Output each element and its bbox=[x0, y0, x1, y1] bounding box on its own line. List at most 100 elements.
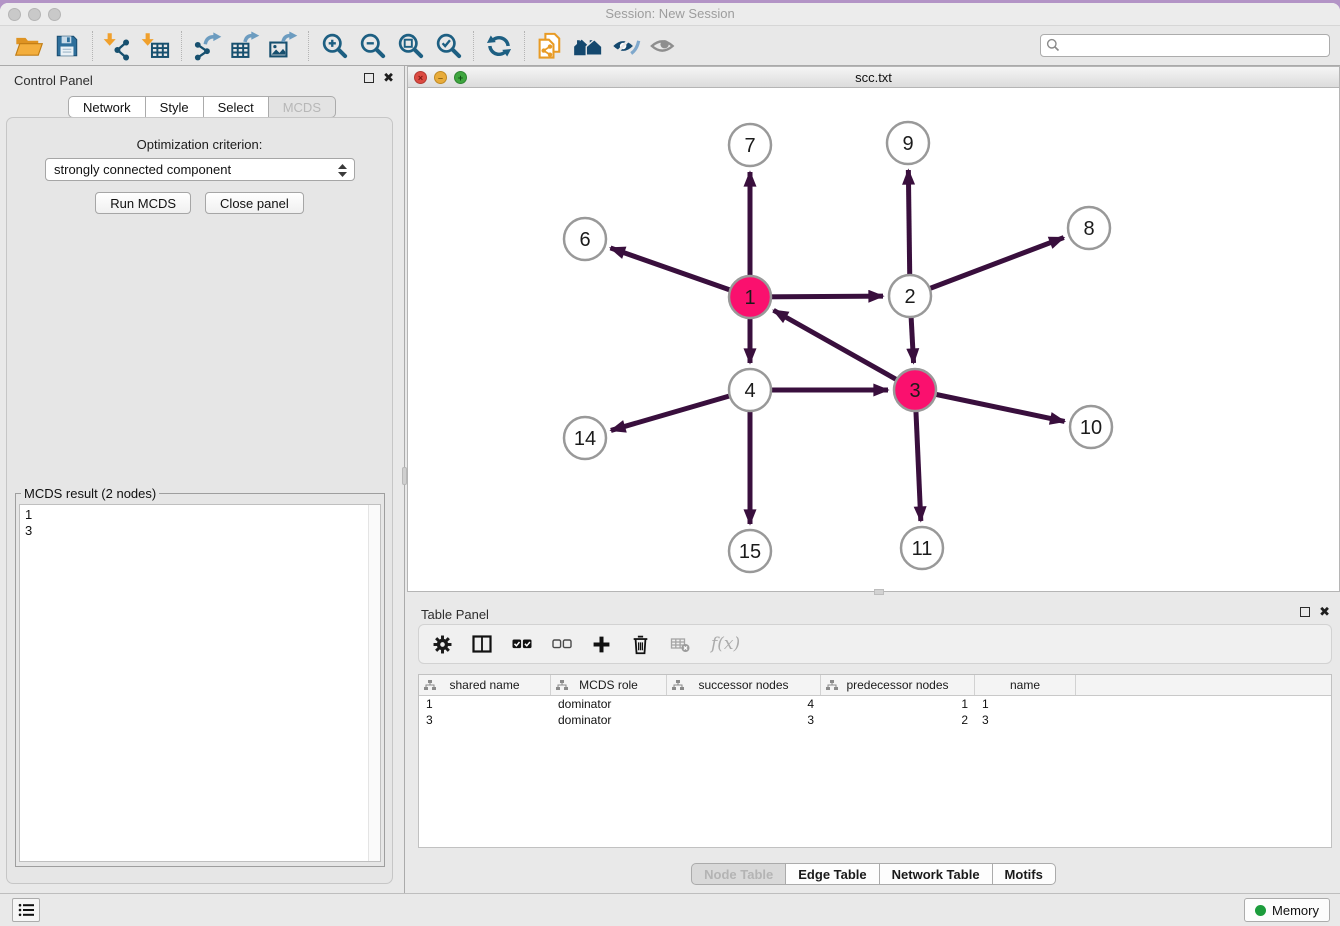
statusbar: Memory bbox=[0, 893, 1340, 926]
close-panel-button[interactable]: Close panel bbox=[205, 192, 304, 214]
column-type-icon bbox=[672, 680, 684, 691]
export-network-button[interactable] bbox=[188, 29, 226, 63]
table-toolbar: f(x) bbox=[418, 624, 1332, 664]
table-cell[interactable]: 3 bbox=[667, 713, 821, 727]
network-view-window: × – + scc.txt 7968124314101511 bbox=[407, 66, 1340, 592]
edge-3-10[interactable] bbox=[915, 390, 1065, 421]
result-scrollbar[interactable] bbox=[368, 505, 380, 861]
tab-node-table[interactable]: Node Table bbox=[691, 863, 786, 885]
run-mcds-button[interactable]: Run MCDS bbox=[95, 192, 191, 214]
zoom-in-button[interactable] bbox=[315, 29, 353, 63]
column-header-MCDS-role[interactable]: MCDS role bbox=[551, 675, 667, 695]
trash-icon bbox=[631, 634, 650, 655]
checked-boxes-icon bbox=[512, 636, 532, 652]
table-cell[interactable]: 1 bbox=[419, 697, 551, 711]
zoom-selected-button[interactable] bbox=[429, 29, 467, 63]
toolbar-separator bbox=[181, 31, 182, 61]
tab-network[interactable]: Network bbox=[68, 96, 146, 118]
graph-node-label-1: 1 bbox=[744, 287, 755, 309]
table-settings-button[interactable] bbox=[433, 635, 452, 654]
delete-table-button[interactable] bbox=[670, 635, 691, 653]
eye-icon bbox=[649, 31, 679, 61]
add-column-button[interactable] bbox=[592, 635, 611, 654]
table-cell[interactable]: 3 bbox=[419, 713, 551, 727]
edge-3-1[interactable] bbox=[774, 310, 915, 390]
table-cell[interactable]: dominator bbox=[551, 713, 667, 727]
column-header-name[interactable]: name bbox=[975, 675, 1076, 695]
column-header-shared-name[interactable]: shared name bbox=[419, 675, 551, 695]
home-icon bbox=[573, 31, 603, 61]
memory-status-icon bbox=[1255, 905, 1266, 916]
show-all-button[interactable] bbox=[645, 29, 683, 63]
control-panel-header: Control Panel ✖ bbox=[0, 66, 404, 94]
table-cell[interactable]: 4 bbox=[667, 697, 821, 711]
control-panel-title: Control Panel bbox=[14, 73, 93, 88]
open-folder-icon bbox=[14, 31, 44, 61]
toolbar-separator bbox=[308, 31, 309, 61]
main-area: Control Panel ✖ NetworkStyleSelectMCDS O… bbox=[0, 66, 1340, 893]
save-session-button[interactable] bbox=[48, 29, 86, 63]
close-panel-icon[interactable]: ✖ bbox=[383, 73, 394, 83]
node-table-body: 1dominator4113dominator323 bbox=[419, 696, 1331, 728]
search-input[interactable] bbox=[1040, 34, 1330, 57]
table-cell[interactable]: 1 bbox=[821, 697, 975, 711]
clone-network-button[interactable] bbox=[531, 29, 569, 63]
export-image-button[interactable] bbox=[264, 29, 302, 63]
column-type-icon bbox=[556, 680, 568, 691]
criterion-select[interactable]: strongly connected component bbox=[45, 158, 355, 181]
task-history-button[interactable] bbox=[12, 898, 40, 922]
column-header-successor-nodes[interactable]: successor nodes bbox=[667, 675, 821, 695]
graph-node-label-11: 11 bbox=[912, 538, 933, 560]
export-table-button[interactable] bbox=[226, 29, 264, 63]
column-layout-button[interactable] bbox=[472, 635, 492, 653]
table-row[interactable]: 3dominator323 bbox=[419, 712, 1331, 728]
app-window: Session: New Session bbox=[0, 3, 1340, 926]
open-session-button[interactable] bbox=[10, 29, 48, 63]
tab-mcds[interactable]: MCDS bbox=[269, 96, 336, 118]
hide-unselected-button[interactable] bbox=[607, 29, 645, 63]
refresh-icon bbox=[485, 32, 513, 60]
table-cell[interactable]: 2 bbox=[821, 713, 975, 727]
table-cell[interactable]: 1 bbox=[975, 697, 1076, 711]
delete-column-button[interactable] bbox=[631, 634, 650, 655]
zoom-fit-button[interactable] bbox=[391, 29, 429, 63]
table-cell[interactable]: 3 bbox=[975, 713, 1076, 727]
select-stepper-icon bbox=[336, 163, 349, 181]
zoom-in-icon bbox=[320, 31, 349, 60]
float-table-panel-icon[interactable] bbox=[1300, 607, 1310, 617]
table-cell[interactable]: dominator bbox=[551, 697, 667, 711]
import-network-button[interactable] bbox=[99, 29, 137, 63]
toolbar-separator bbox=[524, 31, 525, 61]
memory-button[interactable]: Memory bbox=[1244, 898, 1330, 922]
refresh-layout-button[interactable] bbox=[480, 29, 518, 63]
search-icon bbox=[1046, 38, 1060, 52]
zoom-out-button[interactable] bbox=[353, 29, 391, 63]
graph-node-label-14: 14 bbox=[574, 428, 596, 450]
gear-icon bbox=[433, 635, 452, 654]
graph-node-label-6: 6 bbox=[579, 229, 590, 251]
column-header-predecessor-nodes[interactable]: predecessor nodes bbox=[821, 675, 975, 695]
tab-motifs[interactable]: Motifs bbox=[993, 863, 1056, 885]
node-table[interactable]: shared nameMCDS rolesuccessor nodesprede… bbox=[418, 674, 1332, 848]
network-graph[interactable]: 7968124314101511 bbox=[408, 88, 1336, 591]
table-row[interactable]: 1dominator411 bbox=[419, 696, 1331, 712]
panel-splitter-handle[interactable] bbox=[402, 467, 407, 485]
tab-network-table[interactable]: Network Table bbox=[880, 863, 993, 885]
close-table-panel-icon[interactable]: ✖ bbox=[1319, 607, 1330, 617]
tab-select[interactable]: Select bbox=[204, 96, 269, 118]
tab-style[interactable]: Style bbox=[146, 96, 204, 118]
export-image-icon bbox=[268, 31, 298, 61]
select-all-columns-button[interactable] bbox=[512, 636, 532, 652]
graph-node-label-9: 9 bbox=[902, 133, 913, 155]
graph-node-label-8: 8 bbox=[1083, 218, 1094, 240]
criterion-select-value: strongly connected component bbox=[54, 162, 231, 177]
import-table-button[interactable] bbox=[137, 29, 175, 63]
function-builder-button[interactable]: f(x) bbox=[711, 634, 740, 654]
control-panel-tabs: NetworkStyleSelectMCDS bbox=[0, 96, 404, 118]
deselect-all-columns-button[interactable] bbox=[552, 636, 572, 652]
tab-edge-table[interactable]: Edge Table bbox=[786, 863, 879, 885]
home-button[interactable] bbox=[569, 29, 607, 63]
float-panel-icon[interactable] bbox=[364, 73, 374, 83]
edge-2-8[interactable] bbox=[910, 238, 1064, 296]
search-container bbox=[1040, 34, 1330, 57]
